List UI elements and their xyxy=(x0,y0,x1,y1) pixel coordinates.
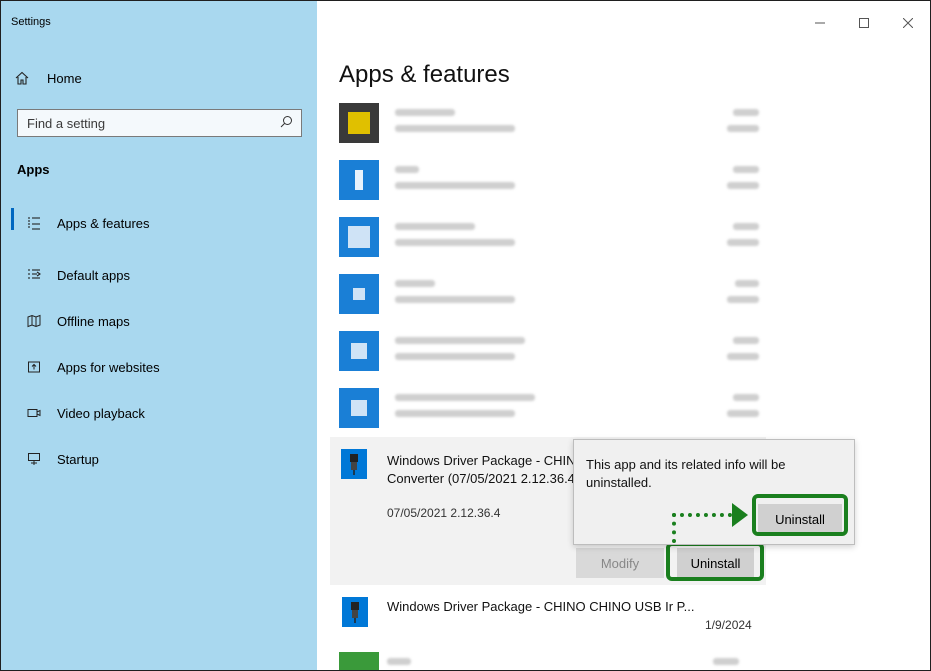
usb-driver-icon xyxy=(341,449,367,479)
expanded-app-version: 07/05/2021 2.12.36.4 xyxy=(387,506,501,520)
app-icon xyxy=(339,274,379,314)
sidebar-item-apps-features[interactable]: Apps & features xyxy=(1,200,317,246)
search-placeholder: Find a setting xyxy=(27,115,106,131)
default-apps-icon xyxy=(27,268,41,282)
app-icon xyxy=(339,331,379,371)
app-list-item[interactable] xyxy=(339,331,759,377)
app-icon xyxy=(339,217,379,257)
sidebar-item-label: Offline maps xyxy=(57,313,130,329)
uninstall-highlight xyxy=(666,542,764,581)
sidebar-item-label: Apps for websites xyxy=(57,359,160,375)
app-icon xyxy=(339,103,379,143)
expanded-app-title-line1: Windows Driver Package - CHINO CHINO USB… xyxy=(387,453,577,468)
page-title: Apps & features xyxy=(339,61,510,88)
app-icon xyxy=(339,652,379,670)
arrow-head-icon xyxy=(732,503,748,527)
sidebar-item-video-playback[interactable]: Video playback xyxy=(1,390,317,436)
expanded-app-title: Windows Driver Package - CHINO CHINO USB… xyxy=(387,452,577,488)
sidebar-item-offline-maps[interactable]: Offline maps xyxy=(1,298,317,344)
window-title: Settings xyxy=(11,16,51,28)
search-icon xyxy=(280,115,293,131)
app-list-item-date: 1/9/2024 xyxy=(705,618,752,632)
app-icon xyxy=(339,160,379,200)
nav-home[interactable]: Home xyxy=(13,67,82,89)
app-list-item[interactable] xyxy=(339,388,759,434)
sidebar-item-default-apps[interactable]: Default apps xyxy=(1,252,317,298)
sidebar-item-label: Apps & features xyxy=(57,215,150,231)
app-icon xyxy=(339,388,379,428)
section-label: Apps xyxy=(17,162,50,177)
apps-features-icon xyxy=(27,216,41,230)
arrow-connector-horizontal xyxy=(672,513,732,517)
app-list-item[interactable] xyxy=(339,103,759,149)
sidebar: Settings Home Find a setting Apps Apps &… xyxy=(1,1,317,670)
modify-button[interactable]: Modify xyxy=(576,548,664,578)
arrow-connector-vertical xyxy=(672,513,676,543)
popup-message: This app and its related info will be un… xyxy=(586,457,786,490)
website-icon xyxy=(27,360,41,374)
search-input[interactable]: Find a setting xyxy=(17,109,302,137)
sidebar-item-label: Startup xyxy=(57,451,99,467)
app-list-item[interactable] xyxy=(339,160,759,206)
map-icon xyxy=(27,314,41,328)
video-icon xyxy=(27,406,41,420)
startup-icon xyxy=(27,452,41,466)
app-list-item[interactable] xyxy=(339,274,759,320)
sidebar-item-startup[interactable]: Startup xyxy=(1,436,317,482)
home-icon xyxy=(13,71,31,85)
usb-driver-icon xyxy=(342,597,368,627)
confirm-uninstall-highlight xyxy=(752,494,848,536)
sidebar-item-label: Default apps xyxy=(57,267,130,283)
sidebar-item-apps-for-websites[interactable]: Apps for websites xyxy=(1,344,317,390)
settings-window: Settings Home Find a setting Apps Apps &… xyxy=(0,0,931,671)
sidebar-item-label: Video playback xyxy=(57,405,145,421)
expanded-app-title-line2: Converter (07/05/2021 2.12.36.4) xyxy=(387,471,577,486)
nav-home-label: Home xyxy=(47,70,82,86)
app-list-item[interactable] xyxy=(339,217,759,263)
app-list-item-title[interactable]: Windows Driver Package - CHINO CHINO USB… xyxy=(387,599,695,614)
nav-list: Apps & features Default apps Offline map… xyxy=(1,206,317,482)
